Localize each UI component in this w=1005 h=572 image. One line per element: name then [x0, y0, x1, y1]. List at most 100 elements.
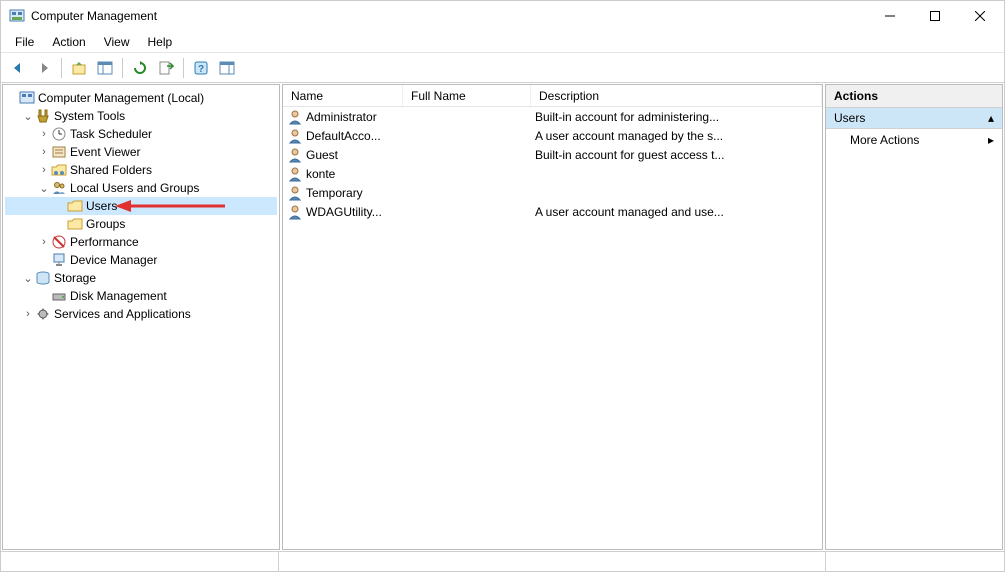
actions-section-users[interactable]: Users ▴ [826, 108, 1002, 129]
tree-label: Device Manager [70, 253, 157, 267]
tree-shared-folders[interactable]: › Shared Folders [5, 161, 277, 179]
menu-bar: File Action View Help [1, 31, 1004, 53]
column-description[interactable]: Description [531, 85, 822, 106]
expand-icon[interactable]: › [37, 236, 51, 248]
column-fullname[interactable]: Full Name [403, 85, 531, 106]
user-fullname [403, 211, 531, 213]
toolbar-separator [61, 58, 62, 78]
user-name: Guest [306, 148, 338, 162]
list-pane: Name Full Name Description Administrator… [282, 84, 823, 550]
list-body: Administrator Built-in account for admini… [283, 107, 822, 549]
tree-label: System Tools [54, 109, 125, 123]
back-button[interactable] [7, 57, 29, 79]
tree-disk-management[interactable]: Disk Management [5, 287, 277, 305]
status-segment [1, 552, 279, 571]
tree-groups[interactable]: Groups [5, 215, 277, 233]
tree-label: Event Viewer [70, 145, 140, 159]
tree-device-manager[interactable]: Device Manager [5, 251, 277, 269]
folder-icon [67, 198, 83, 214]
user-icon [287, 109, 303, 125]
tree-pane: Computer Management (Local) ⌄ System Too… [2, 84, 280, 550]
titlebar: Computer Management [1, 1, 1004, 31]
tree-label: Groups [86, 217, 125, 231]
expand-icon[interactable]: › [21, 308, 35, 320]
up-button[interactable] [68, 57, 90, 79]
expand-icon[interactable]: › [37, 164, 51, 176]
menu-file[interactable]: File [7, 33, 42, 51]
maximize-button[interactable] [912, 2, 957, 31]
expand-icon[interactable]: › [37, 128, 51, 140]
tree-label: Local Users and Groups [70, 181, 199, 195]
user-name: Administrator [306, 110, 377, 124]
list-row-user[interactable]: Temporary [283, 183, 822, 202]
clock-icon [51, 126, 67, 142]
list-row-user[interactable]: Guest Built-in account for guest access t… [283, 145, 822, 164]
tree-task-scheduler[interactable]: › Task Scheduler [5, 125, 277, 143]
user-description: Built-in account for guest access t... [531, 147, 822, 163]
list-row-user[interactable]: konte [283, 164, 822, 183]
column-name[interactable]: Name [283, 85, 403, 106]
expand-icon[interactable]: › [37, 146, 51, 158]
menu-help[interactable]: Help [140, 33, 181, 51]
tree-performance[interactable]: › Performance [5, 233, 277, 251]
status-bar [1, 551, 1004, 571]
user-name: konte [306, 167, 335, 181]
refresh-button[interactable] [129, 57, 151, 79]
user-icon [287, 185, 303, 201]
list-row-user[interactable]: Administrator Built-in account for admini… [283, 107, 822, 126]
user-fullname [403, 192, 531, 194]
show-hide-action-button[interactable] [216, 57, 238, 79]
forward-button[interactable] [33, 57, 55, 79]
storage-icon [35, 270, 51, 286]
minimize-button[interactable] [867, 2, 912, 31]
list-row-user[interactable]: WDAGUtility...A user account managed and… [283, 202, 822, 221]
app-icon [9, 8, 25, 24]
shared-folders-icon [51, 162, 67, 178]
system-tools-icon [35, 108, 51, 124]
export-button[interactable] [155, 57, 177, 79]
user-description: Built-in account for administering... [531, 109, 822, 125]
menu-view[interactable]: View [96, 33, 138, 51]
tree-event-viewer[interactable]: › Event Viewer [5, 143, 277, 161]
tree-storage[interactable]: ⌄ Storage [5, 269, 277, 287]
user-icon [287, 128, 303, 144]
services-icon [35, 306, 51, 322]
event-viewer-icon [51, 144, 67, 160]
toolbar-separator [122, 58, 123, 78]
user-icon [287, 147, 303, 163]
actions-title: Actions [826, 85, 1002, 108]
user-icon [287, 166, 303, 182]
help-button[interactable]: ? [190, 57, 212, 79]
user-description [531, 192, 822, 194]
status-segment [826, 552, 1004, 571]
collapse-icon[interactable]: ⌄ [21, 272, 35, 285]
tree-label: Storage [54, 271, 96, 285]
disk-icon [51, 288, 67, 304]
chevron-up-icon: ▴ [988, 111, 994, 125]
user-description [531, 173, 822, 175]
tree-label: Users [86, 199, 117, 213]
list-header: Name Full Name Description [283, 85, 822, 107]
tree-local-users-groups[interactable]: ⌄ Local Users and Groups [5, 179, 277, 197]
list-row-user[interactable]: DefaultAcco...A user account managed by … [283, 126, 822, 145]
collapse-icon[interactable]: ⌄ [21, 110, 35, 123]
window-title: Computer Management [31, 9, 867, 23]
tree-system-tools[interactable]: ⌄ System Tools [5, 107, 277, 125]
toolbar-separator [183, 58, 184, 78]
user-name: WDAGUtility... [306, 205, 382, 219]
show-hide-tree-button[interactable] [94, 57, 116, 79]
users-groups-icon [51, 180, 67, 196]
content-area: Computer Management (Local) ⌄ System Too… [1, 83, 1004, 551]
tree-users[interactable]: Users [5, 197, 277, 215]
tree-root[interactable]: Computer Management (Local) [5, 89, 277, 107]
collapse-icon[interactable]: ⌄ [37, 182, 51, 195]
tree-label: Computer Management (Local) [38, 91, 204, 105]
tree-services-apps[interactable]: › Services and Applications [5, 305, 277, 323]
close-button[interactable] [957, 2, 1002, 31]
actions-more[interactable]: More Actions ▸ [826, 129, 1002, 151]
window-controls [867, 2, 1002, 31]
actions-more-label: More Actions [850, 133, 919, 147]
menu-action[interactable]: Action [44, 33, 93, 51]
actions-section-label: Users [834, 111, 865, 125]
tree-label: Performance [70, 235, 139, 249]
